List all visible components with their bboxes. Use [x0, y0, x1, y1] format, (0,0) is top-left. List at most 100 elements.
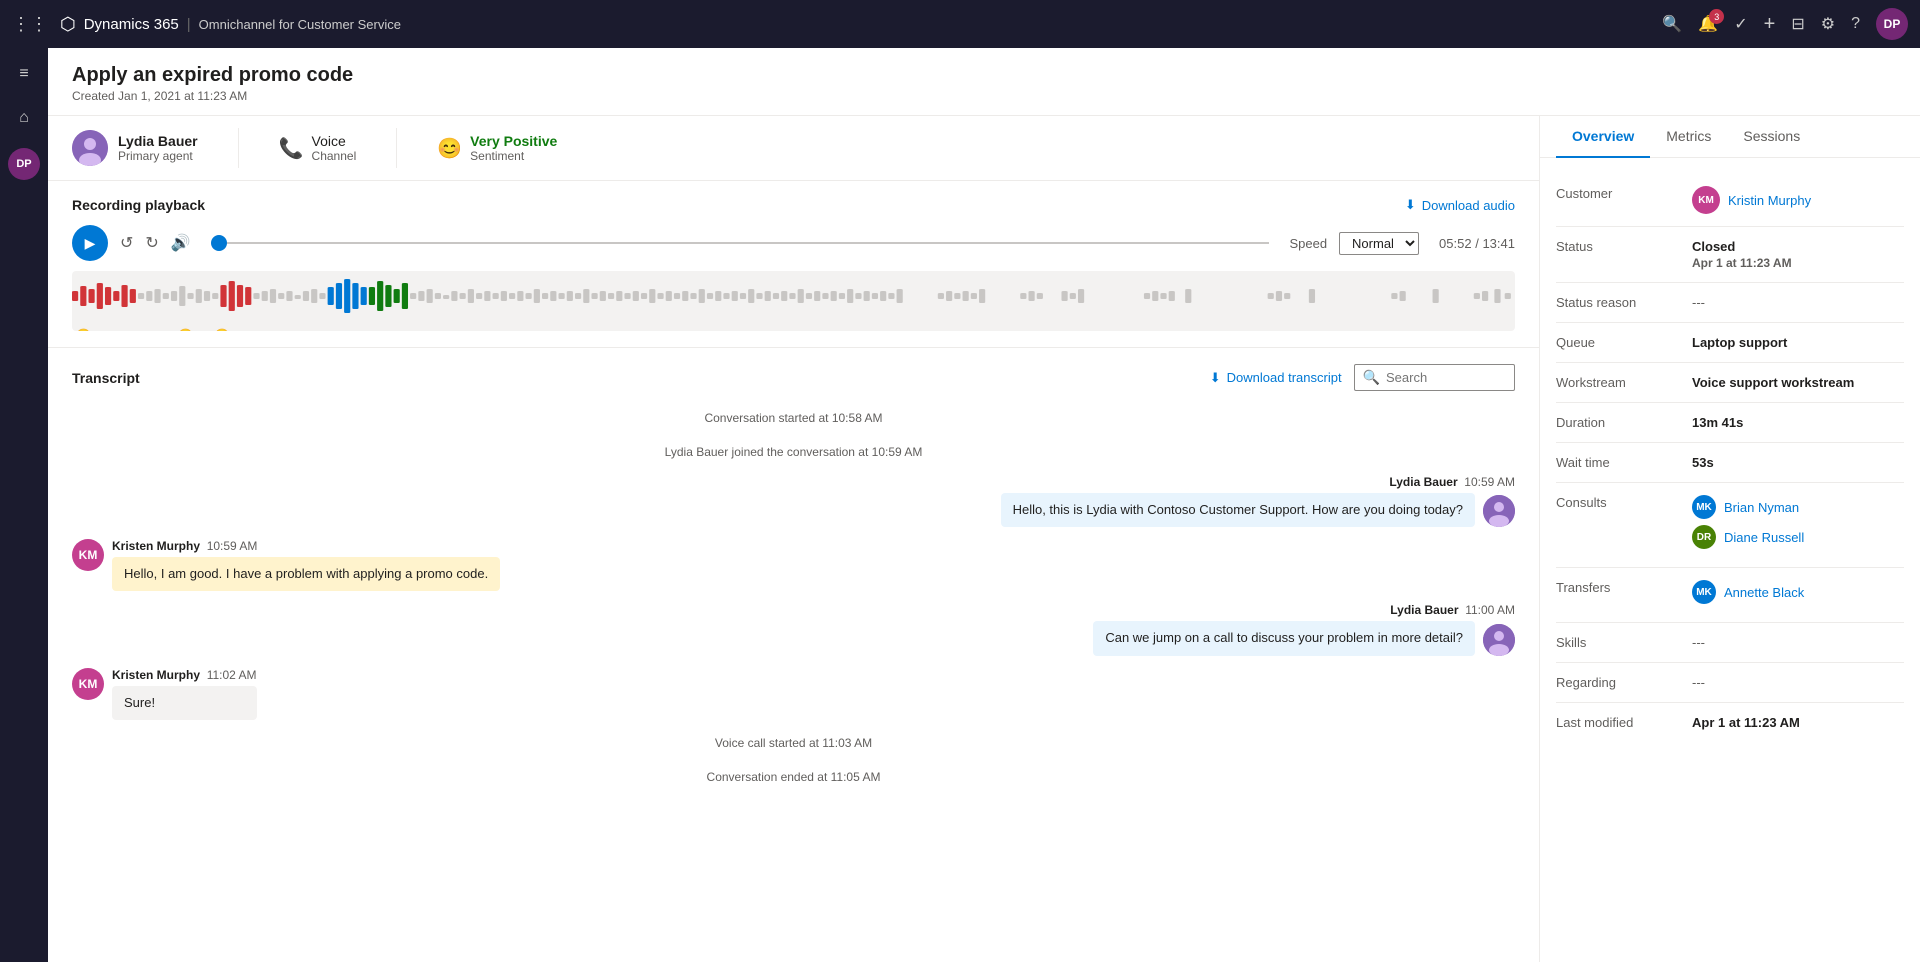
consults-value: MK Brian Nyman DR Diane Russell — [1692, 495, 1904, 555]
transcript-header: Transcript ⬇ Download transcript 🔍 — [72, 364, 1515, 391]
msg-content-customer-2: Kristen Murphy 11:02 AM Sure! — [112, 668, 257, 720]
system-message-2: Lydia Bauer joined the conversation at 1… — [72, 441, 1515, 463]
status-label: Status — [1556, 239, 1676, 254]
sidebar-menu-icon[interactable]: ≡ — [6, 56, 42, 92]
forward-10-icon[interactable]: ↻ — [145, 233, 158, 253]
customer-avatar-2: KM — [72, 668, 104, 700]
progress-thumb[interactable] — [211, 235, 227, 251]
wait-time-value: 53s — [1692, 455, 1904, 470]
agent-name: Lydia Bauer — [118, 133, 198, 149]
download-transcript-label: Download transcript — [1227, 370, 1342, 385]
agent-info-item: Lydia Bauer Primary agent — [72, 130, 198, 166]
neg-marker-1: 😠 — [76, 328, 91, 331]
rewind-10-icon[interactable]: ↺ — [120, 233, 133, 253]
transfer-name-1[interactable]: Annette Black — [1724, 585, 1804, 600]
consult-name-1[interactable]: Brian Nyman — [1724, 500, 1799, 515]
msg-meta-customer-1: Kristen Murphy 10:59 AM — [112, 539, 500, 553]
checkmark-icon[interactable]: ✓ — [1734, 14, 1747, 34]
case-header: Apply an expired promo code Created Jan … — [48, 48, 1920, 116]
skills-value: --- — [1692, 635, 1904, 650]
tab-overview[interactable]: Overview — [1556, 116, 1650, 158]
progress-bar-container[interactable] — [211, 235, 1270, 251]
message-customer-1: KM Kristen Murphy 10:59 AM Hello, I am g… — [72, 539, 1515, 591]
detail-row-wait-time: Wait time 53s — [1556, 443, 1904, 483]
total-time: 13:41 — [1482, 236, 1515, 251]
detail-row-consults: Consults MK Brian Nyman DR Diane Russell — [1556, 483, 1904, 568]
system-message-1: Conversation started at 10:58 AM — [72, 407, 1515, 429]
overview-content: Customer KM Kristin Murphy Status Close — [1540, 158, 1920, 962]
sentiment-value: Very Positive — [470, 133, 557, 149]
customer-avatar-1: KM — [72, 539, 104, 571]
notifications-icon[interactable]: 🔔 3 — [1698, 14, 1718, 34]
play-button[interactable]: ▶ — [72, 225, 108, 261]
recording-section: Recording playback ⬇ Download audio ▶ ↺ … — [48, 181, 1539, 348]
help-icon[interactable]: ? — [1851, 15, 1860, 33]
msg-time: 10:59 AM — [1464, 475, 1515, 489]
transfer-avatar-1: MK — [1692, 580, 1716, 604]
settings-icon[interactable]: ⚙ — [1821, 14, 1835, 34]
detail-row-queue: Queue Laptop support — [1556, 323, 1904, 363]
recording-header: Recording playback ⬇ Download audio — [72, 197, 1515, 213]
channel-value: Voice — [312, 133, 357, 149]
left-sidebar: ≡ ⌂ DP — [0, 48, 48, 962]
skills-label: Skills — [1556, 635, 1676, 650]
channel-item: 📞 Voice Channel — [279, 133, 357, 163]
message-agent-1: Lydia Bauer 10:59 AM Hello, this is Lydi… — [72, 475, 1515, 527]
speed-select[interactable]: Normal 0.5x 0.75x 1.25x 1.5x 2x — [1339, 232, 1419, 255]
filter-icon[interactable]: ⊟ — [1791, 14, 1804, 34]
transcript-search-input[interactable] — [1386, 370, 1506, 385]
waveform-container[interactable]: // This will be done via inline rects — [72, 271, 1515, 331]
tab-metrics[interactable]: Metrics — [1650, 116, 1727, 158]
speed-label: Speed — [1289, 236, 1327, 251]
dynamics-logo: ⬡ — [60, 14, 76, 35]
download-audio-link[interactable]: ⬇ Download audio — [1405, 197, 1515, 213]
message-agent-2: Lydia Bauer 11:00 AM Can we jump on a ca… — [72, 603, 1515, 655]
download-audio-label: Download audio — [1422, 198, 1515, 213]
regarding-value: --- — [1692, 675, 1904, 690]
info-divider-2 — [396, 128, 397, 168]
brand-logo: ⬡ Dynamics 365 | Omnichannel for Custome… — [60, 14, 401, 35]
status-reason-value: --- — [1692, 295, 1904, 310]
messages-list: Conversation started at 10:58 AM Lydia B… — [72, 407, 1515, 788]
msg-time: 11:02 AM — [207, 668, 257, 682]
consult-item-2: DR Diane Russell — [1692, 525, 1904, 549]
queue-value: Laptop support — [1692, 335, 1904, 350]
notification-badge: 3 — [1709, 9, 1724, 24]
left-panel: Lydia Bauer Primary agent 📞 Voice Channe… — [48, 116, 1540, 962]
user-avatar[interactable]: DP — [1876, 8, 1908, 40]
transcript-actions: ⬇ Download transcript 🔍 — [1210, 364, 1515, 391]
main-columns: Lydia Bauer Primary agent 📞 Voice Channe… — [48, 116, 1920, 962]
duration-value: 13m 41s — [1692, 415, 1904, 430]
sidebar-user-avatar[interactable]: DP — [8, 148, 40, 180]
transcript-search-box[interactable]: 🔍 — [1354, 364, 1515, 391]
download-transcript-link[interactable]: ⬇ Download transcript — [1210, 370, 1342, 386]
add-icon[interactable]: + — [1764, 13, 1776, 36]
sentiment-icon: 😊 — [437, 136, 462, 161]
volume-icon[interactable]: 🔊 — [171, 233, 191, 253]
msg-content-customer-1: Kristen Murphy 10:59 AM Hello, I am good… — [112, 539, 500, 591]
customer-name[interactable]: Kristin Murphy — [1728, 193, 1811, 208]
consult-avatar-1: MK — [1692, 495, 1716, 519]
waffle-icon[interactable]: ⋮⋮ — [12, 14, 48, 35]
current-time: 05:52 — [1439, 236, 1472, 251]
consult-name-2[interactable]: Diane Russell — [1724, 530, 1804, 545]
transfer-item-1: MK Annette Black — [1692, 580, 1904, 604]
case-subtitle: Created Jan 1, 2021 at 11:23 AM — [72, 89, 1896, 103]
search-icon[interactable]: 🔍 — [1662, 14, 1682, 34]
sender-name: Lydia Bauer — [1389, 475, 1457, 489]
waveform-svg: // This will be done via inline rects — [72, 271, 1515, 321]
consult-avatar-2: DR — [1692, 525, 1716, 549]
workstream-value: Voice support workstream — [1692, 375, 1904, 390]
sidebar-home-icon[interactable]: ⌂ — [6, 100, 42, 136]
system-message-4: Conversation ended at 11:05 AM — [72, 766, 1515, 788]
agent-info-text: Lydia Bauer Primary agent — [118, 133, 198, 163]
progress-track — [227, 242, 1270, 244]
overview-tabs: Overview Metrics Sessions — [1540, 116, 1920, 158]
agent-avatar — [72, 130, 108, 166]
detail-row-last-modified: Last modified Apr 1 at 11:23 AM — [1556, 703, 1904, 742]
status-reason-label: Status reason — [1556, 295, 1676, 310]
consults-label: Consults — [1556, 495, 1676, 510]
module-name: Omnichannel for Customer Service — [199, 17, 401, 32]
tab-sessions[interactable]: Sessions — [1727, 116, 1816, 158]
transcript-section: Transcript ⬇ Download transcript 🔍 — [48, 348, 1539, 962]
